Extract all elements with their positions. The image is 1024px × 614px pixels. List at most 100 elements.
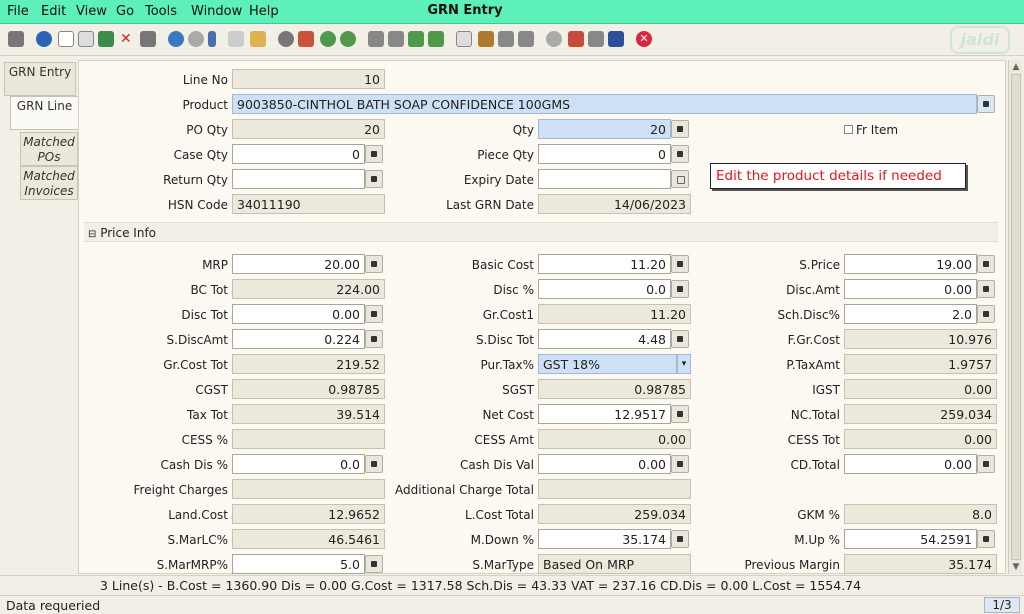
m-up-field[interactable]: 54.2591	[844, 529, 977, 549]
expiry-date-field[interactable]	[538, 169, 671, 189]
net-cost-calculator-button[interactable]	[671, 405, 689, 423]
additional-charge-field[interactable]	[538, 479, 691, 499]
return-qty-field[interactable]	[232, 169, 365, 189]
printer-icon[interactable]	[498, 31, 514, 47]
sgst-field[interactable]: 0.98785	[538, 379, 691, 399]
gkm-field[interactable]: 8.0	[844, 504, 997, 524]
menu-window[interactable]: Window	[191, 4, 242, 19]
chevron-down-icon[interactable]: ▾	[677, 354, 691, 374]
forward-icon[interactable]	[340, 31, 356, 47]
mrp-calculator-button[interactable]	[365, 255, 383, 273]
s-mar-mrp-field[interactable]: 5.0	[232, 554, 365, 574]
pur-tax-select[interactable]: GST 18%	[538, 354, 677, 374]
s-disc-amt-field[interactable]: 0.224	[232, 329, 365, 349]
piece-qty-field[interactable]: 0	[538, 144, 671, 164]
refresh-icon[interactable]	[168, 31, 184, 47]
gr-cost1-field[interactable]: 11.20	[538, 304, 691, 324]
s-disc-amt-calculator-button[interactable]	[365, 330, 383, 348]
calendar-icon[interactable]	[671, 170, 689, 188]
land-cost-field[interactable]: 12.9652	[232, 504, 385, 524]
basic-cost-field[interactable]: 11.20	[538, 254, 671, 274]
undo-icon[interactable]	[8, 31, 24, 47]
cgst-field[interactable]: 0.98785	[232, 379, 385, 399]
s-disc-tot-calculator-button[interactable]	[671, 330, 689, 348]
menu-help[interactable]: Help	[249, 4, 279, 19]
last-record-icon[interactable]	[428, 31, 444, 47]
menu-tools[interactable]: Tools	[145, 4, 177, 19]
menu-edit[interactable]: Edit	[41, 4, 66, 19]
back-icon[interactable]	[320, 31, 336, 47]
m-down-field[interactable]: 35.174	[538, 529, 671, 549]
igst-field[interactable]: 0.00	[844, 379, 997, 399]
l-cost-total-field[interactable]: 259.034	[538, 504, 691, 524]
s-mar-type-field[interactable]: Based On MRP	[538, 554, 691, 574]
disc-amt-calculator-button[interactable]	[977, 280, 995, 298]
archive-box-icon[interactable]	[478, 31, 494, 47]
return-qty-calculator-button[interactable]	[365, 170, 383, 188]
line-no-field[interactable]: 10	[232, 69, 385, 89]
vertical-scrollbar[interactable]: ▲ ▼	[1008, 60, 1022, 574]
previous-record-icon[interactable]	[388, 31, 404, 47]
record-pager[interactable]: 1/3	[984, 597, 1020, 613]
tax-tot-field[interactable]: 39.514	[232, 404, 385, 424]
menu-view[interactable]: View	[76, 4, 107, 19]
gr-cost-tot-field[interactable]: 219.52	[232, 354, 385, 374]
zoom-icon[interactable]	[546, 31, 562, 47]
tab-matched-pos[interactable]: Matched POs	[20, 132, 78, 166]
nc-total-field[interactable]: 259.034	[844, 404, 997, 424]
fr-item-checkbox[interactable]	[844, 125, 853, 134]
qty-field[interactable]: 20	[538, 119, 671, 139]
cash-dis-pct-field[interactable]: 0.0	[232, 454, 365, 474]
cess-amt-field[interactable]: 0.00	[538, 429, 691, 449]
attachment-icon[interactable]	[208, 31, 216, 47]
mrp-field[interactable]: 20.00	[232, 254, 365, 274]
home-icon[interactable]	[298, 31, 314, 47]
net-cost-field[interactable]: 12.9517	[538, 404, 671, 424]
sch-disc-calculator-button[interactable]	[977, 305, 995, 323]
piece-qty-calculator-button[interactable]	[671, 145, 689, 163]
cash-dis-pct-calculator-button[interactable]	[365, 455, 383, 473]
f-gr-cost-field[interactable]: 10.976	[844, 329, 997, 349]
price-info-section[interactable]: ⊟ Price Info	[84, 222, 998, 242]
case-qty-calculator-button[interactable]	[365, 145, 383, 163]
case-qty-field[interactable]: 0	[232, 144, 365, 164]
report-icon[interactable]	[456, 31, 472, 47]
disc-amt-field[interactable]: 0.00	[844, 279, 977, 299]
menu-file[interactable]: File	[7, 4, 29, 19]
product-field[interactable]: 9003850-CINTHOL BATH SOAP CONFIDENCE 100…	[232, 94, 977, 114]
copy-icon[interactable]	[78, 31, 94, 47]
tab-grn-line[interactable]: GRN Line	[10, 96, 78, 130]
scroll-thumb[interactable]	[1011, 74, 1021, 560]
cess-pct-field[interactable]	[232, 429, 385, 449]
tab-grn-entry[interactable]: GRN Entry	[4, 62, 76, 96]
cd-total-calculator-button[interactable]	[977, 455, 995, 473]
print-preview-icon[interactable]	[518, 31, 534, 47]
tab-matched-invoices[interactable]: Matched Invoices	[20, 166, 78, 200]
scroll-down-icon[interactable]: ▼	[1011, 562, 1021, 572]
cash-dis-val-calculator-button[interactable]	[671, 455, 689, 473]
collapse-icon[interactable]: ⊟	[88, 229, 96, 240]
m-down-calculator-button[interactable]	[671, 530, 689, 548]
new-document-icon[interactable]	[58, 31, 74, 47]
delete-icon[interactable]: ✕	[120, 31, 136, 47]
hsn-code-field[interactable]: 34011190	[232, 194, 385, 214]
s-disc-tot-field[interactable]: 4.48	[538, 329, 671, 349]
save-icon[interactable]	[98, 31, 114, 47]
m-up-calculator-button[interactable]	[977, 530, 995, 548]
calendar-icon[interactable]	[250, 31, 266, 47]
request-icon[interactable]	[588, 31, 604, 47]
product-info-icon[interactable]	[608, 31, 624, 47]
next-record-icon[interactable]	[408, 31, 424, 47]
disc-pct-field[interactable]: 0.0	[538, 279, 671, 299]
print-icon[interactable]	[140, 31, 156, 47]
cess-tot-field[interactable]: 0.00	[844, 429, 997, 449]
s-price-calculator-button[interactable]	[977, 255, 995, 273]
chat-icon[interactable]	[228, 31, 244, 47]
s-price-field[interactable]: 19.00	[844, 254, 977, 274]
find-icon[interactable]	[188, 31, 204, 47]
disc-pct-calculator-button[interactable]	[671, 280, 689, 298]
previous-margin-field[interactable]: 35.174	[844, 554, 997, 574]
first-record-icon[interactable]	[368, 31, 384, 47]
s-mar-mrp-calculator-button[interactable]	[365, 555, 383, 573]
basic-cost-calculator-button[interactable]	[671, 255, 689, 273]
